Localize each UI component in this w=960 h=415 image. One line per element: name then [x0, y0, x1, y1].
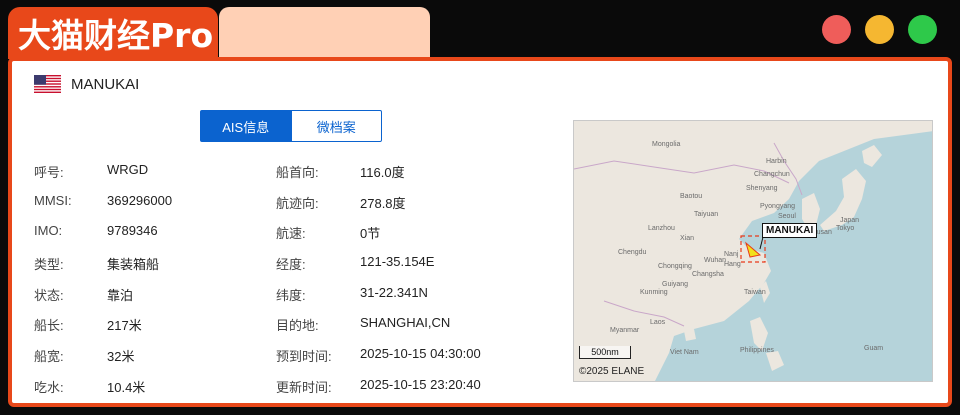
callsign-label: 呼号: [34, 165, 64, 180]
map-label-taiwan: Taiwan [744, 289, 766, 296]
vessel-map-marker[interactable]: MANUKAI [762, 223, 818, 238]
latitude-value: 31-22.341N [360, 285, 428, 300]
us-flag-icon [34, 75, 61, 93]
map-label-nanjing: Nanj [724, 251, 739, 258]
tab-micro-archive[interactable]: 微档案 [291, 110, 382, 142]
length-value: 217米 [107, 318, 142, 333]
vessel-header: MANUKAI [34, 75, 139, 93]
secondary-tab[interactable] [219, 7, 430, 57]
latitude-label: 纬度: [276, 288, 306, 303]
map-label-chengdu: Chengdu [618, 249, 647, 256]
map-label-japan: Japan [840, 217, 860, 224]
app-title-tab[interactable]: 大猫财经Pro [8, 7, 218, 59]
destination-value: SHANGHAI,CN [360, 315, 451, 330]
status-value: 靠泊 [107, 288, 134, 303]
eta-label: 预到时间: [276, 349, 332, 364]
map-label-vietnam: Viet Nam [670, 349, 699, 356]
map-label-shenyang: Shenyang [746, 185, 778, 192]
map-label-xian: Xian [680, 235, 695, 242]
info-tabs: AIS信息 微档案 [200, 110, 382, 142]
map-copyright: ©2025 ELANE [579, 366, 645, 377]
imo-value: 9789346 [107, 223, 158, 238]
type-value: 集装箱船 [107, 257, 160, 272]
heading-value: 116.0度 [360, 165, 405, 180]
heading-label: 船首向: [276, 165, 319, 180]
map-label-guam: Guam [864, 345, 884, 352]
map-label-kunming: Kunming [640, 289, 668, 296]
eta-value: 2025-10-15 04:30:00 [360, 346, 481, 361]
callsign-value: WRGD [107, 162, 149, 177]
map-scale-bar: 500nm [579, 346, 631, 359]
course-label: 航迹向: [276, 196, 319, 211]
beam-label: 船宽: [34, 349, 64, 364]
draught-value: 10.4米 [107, 380, 146, 395]
app-title: 大猫财经Pro [18, 16, 214, 55]
destination-label: 目的地: [276, 318, 319, 333]
maximize-window-button[interactable] [908, 15, 937, 44]
mmsi-value: 369296000 [107, 193, 173, 208]
vessel-card: MANUKAI AIS信息 微档案 呼号: WRGD MMSI: 3692960… [8, 57, 952, 407]
vessel-map[interactable]: Mongolia Harbin Changchun Shenyang Pyong… [573, 120, 933, 382]
map-label-lanzhou: Lanzhou [648, 225, 675, 232]
draught-label: 吃水: [34, 380, 64, 395]
speed-value: 0节 [360, 226, 381, 241]
longitude-value: 121-35.154E [360, 254, 435, 269]
map-label-mongolia: Mongolia [652, 141, 681, 148]
map-label-hangzhou: Hang [724, 261, 741, 268]
map-label-pyongyang: Pyongyang [760, 203, 796, 210]
speed-label: 航速: [276, 226, 306, 241]
updated-label: 更新时间: [276, 380, 332, 395]
map-label-myanmar: Myanmar [610, 327, 640, 334]
map-label-tokyo: Tokyo [836, 225, 855, 232]
mmsi-label: MMSI: [34, 193, 72, 208]
map-label-harbin: Harbin [766, 158, 787, 165]
imo-label: IMO: [34, 223, 63, 238]
close-window-button[interactable] [822, 15, 851, 44]
map-label-seoul: Seoul [778, 213, 796, 220]
status-label: 状态: [34, 288, 64, 303]
type-label: 类型: [34, 257, 64, 272]
minimize-window-button[interactable] [865, 15, 894, 44]
map-label-baotou: Baotou [680, 193, 703, 200]
tab-ais-info[interactable]: AIS信息 [200, 110, 292, 142]
map-label-changchun: Changchun [754, 171, 790, 178]
length-label: 船长: [34, 318, 64, 333]
longitude-label: 经度: [276, 257, 306, 272]
beam-value: 32米 [107, 349, 135, 364]
map-label-changsha: Changsha [692, 271, 724, 278]
course-value: 278.8度 [360, 196, 406, 211]
app-frame: 大猫财经Pro MANUKAI AIS信息 微档案 呼号: WRGD MMSI:… [0, 0, 960, 415]
map-label-wuhan: Wuhan [704, 257, 727, 264]
map-label-guiyang: Guiyang [662, 281, 689, 288]
map-label-philippines: Philippines [740, 347, 774, 354]
map-label-chongqing: Chongqing [658, 263, 692, 270]
map-label-taiyuan: Taiyuan [694, 211, 719, 218]
map-label-laos: Laos [650, 319, 666, 326]
updated-value: 2025-10-15 23:20:40 [360, 377, 481, 392]
vessel-name: MANUKAI [71, 75, 140, 93]
